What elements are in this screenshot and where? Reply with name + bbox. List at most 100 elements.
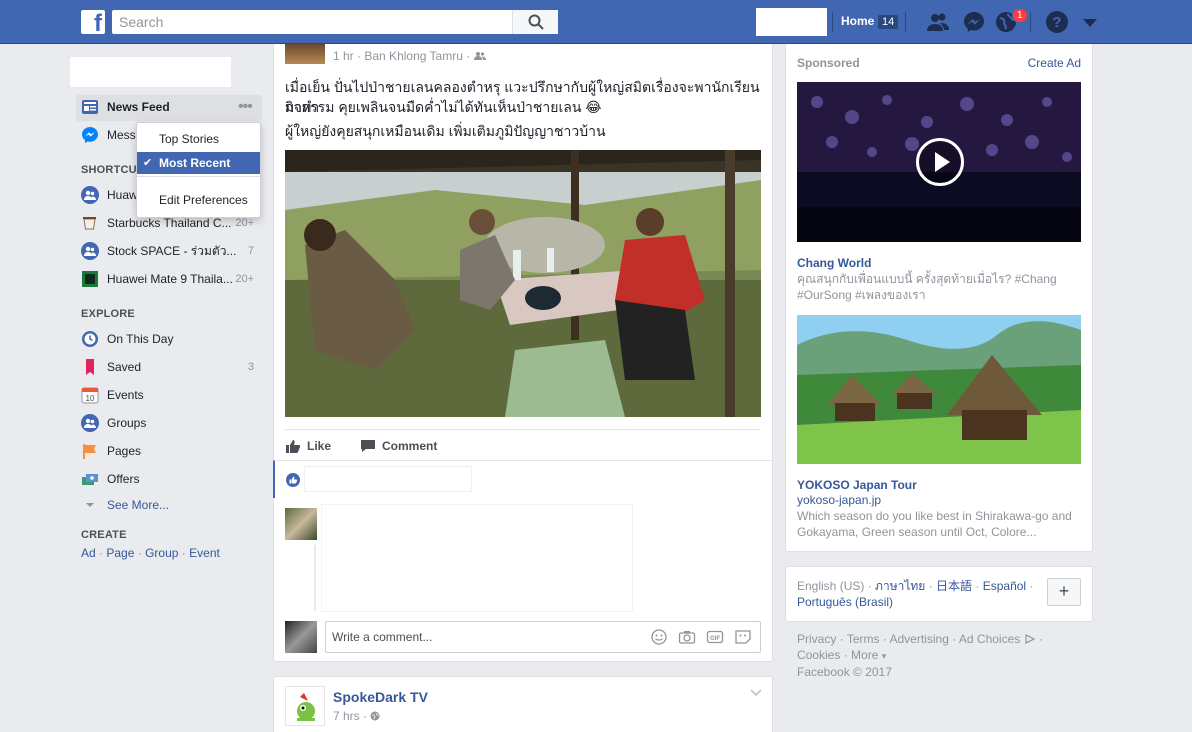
post-timestamp[interactable]: 7 hrs: [333, 709, 360, 723]
create-ad-link[interactable]: Create Ad: [1028, 56, 1081, 70]
create-group-link[interactable]: Group: [145, 546, 178, 560]
svg-text:?: ?: [1052, 14, 1061, 31]
groups-icon: [81, 414, 99, 432]
comment-placeholder: Write a comment...: [332, 630, 433, 644]
comment-thread-line: [314, 545, 316, 611]
huawei-group-icon: [81, 270, 99, 288]
account-menu-chevron-icon[interactable]: [1078, 12, 1102, 36]
ad-url[interactable]: yokoso-japan.jp: [797, 493, 881, 507]
post-author-avatar[interactable]: [285, 44, 325, 64]
footer-link-terms[interactable]: Terms: [847, 632, 880, 646]
news-feed-label: News Feed: [107, 100, 170, 114]
sidebar-item-on-this-day[interactable]: On This Day: [81, 329, 261, 349]
caret-down-icon: ▾: [881, 651, 887, 661]
help-icon[interactable]: ?: [1045, 10, 1069, 34]
feed-sort-dropdown: Top Stories ✔ Most Recent Edit Preferenc…: [136, 122, 261, 218]
group-icon: [81, 186, 99, 204]
post-meta: 7 hrs ·: [333, 709, 380, 723]
events-label: Events: [107, 388, 144, 402]
offers-label: Offers: [107, 472, 140, 486]
audience-friends-icon[interactable]: [473, 51, 486, 61]
post-timestamp[interactable]: 1 hr: [333, 49, 354, 63]
post-location[interactable]: Ban Khlong Tamru: [364, 49, 463, 63]
emoji-icon[interactable]: [650, 629, 668, 645]
sidebar-item-news-feed[interactable]: News Feed: [81, 97, 261, 117]
language-link[interactable]: Português (Brasil): [797, 595, 893, 609]
news-feed-options-icon[interactable]: •••: [238, 98, 253, 116]
profile-name-link[interactable]: [70, 57, 231, 87]
menu-item-top-stories[interactable]: Top Stories: [137, 128, 260, 150]
saved-label: Saved: [107, 360, 142, 374]
footer-link-privacy[interactable]: Privacy: [797, 632, 836, 646]
search-bar: [112, 10, 558, 34]
ad-choices-icon[interactable]: [1024, 634, 1036, 644]
like-button[interactable]: Like: [285, 438, 331, 454]
sidebar-shortcut-item[interactable]: Huawei Mate 9 Thaila... 20+: [81, 269, 261, 289]
shortcut-label: Huaw: [107, 188, 138, 202]
post-text-line: ผู้ใหญ่ยังคุยสนุกเหมือนเดิม เพิ่มเติมภูม…: [285, 123, 606, 139]
menu-item-edit-preferences[interactable]: Edit Preferences: [137, 189, 260, 211]
like-reaction-icon[interactable]: [286, 473, 300, 487]
post-actions-bar: Like Comment: [285, 429, 761, 459]
post-photo[interactable]: [285, 150, 761, 417]
footer-link-more[interactable]: More: [851, 648, 878, 662]
commenter-avatar[interactable]: [285, 508, 317, 540]
pages-label: Pages: [107, 444, 142, 458]
create-page-link[interactable]: Page: [106, 546, 134, 560]
spokedark-avatar[interactable]: [285, 686, 325, 726]
on-this-day-label: On This Day: [107, 332, 174, 346]
sidebar-item-offers[interactable]: Offers: [81, 469, 261, 489]
footer-link-ad-choices[interactable]: Ad Choices: [959, 632, 1020, 646]
sidebar-item-groups[interactable]: Groups: [81, 413, 261, 433]
post-options-chevron-icon[interactable]: [749, 688, 763, 698]
ad-title[interactable]: Chang World: [797, 256, 871, 270]
language-link[interactable]: 日本語: [936, 579, 972, 593]
see-more-label: See More...: [107, 498, 170, 512]
language-link[interactable]: Español: [983, 579, 1026, 593]
more-languages-button[interactable]: +: [1047, 578, 1081, 606]
comment-input[interactable]: Write a comment... GIF: [325, 621, 761, 653]
footer-link-advertising[interactable]: Advertising: [890, 632, 949, 646]
language-link[interactable]: ภาษาไทย: [875, 579, 925, 593]
sidebar-item-pages[interactable]: Pages: [81, 441, 261, 461]
comment-button[interactable]: Comment: [360, 438, 437, 454]
search-input[interactable]: [112, 10, 512, 34]
play-icon: [935, 152, 950, 172]
explore-header: EXPLORE: [81, 308, 135, 320]
sidebar-item-events[interactable]: 10 Events: [81, 385, 261, 405]
notification-count-badge: 1: [1012, 8, 1028, 23]
play-button[interactable]: [916, 138, 964, 186]
post-text-line: กิจกรรม คุยเพลินจนมืดค่ำไม่ได้ทันเห็นป่า…: [285, 99, 602, 115]
gif-icon[interactable]: GIF: [706, 629, 724, 645]
create-event-link[interactable]: Event: [189, 546, 220, 560]
comment-content-redacted: [322, 505, 632, 611]
create-ad-link[interactable]: Ad: [81, 546, 96, 560]
camera-icon[interactable]: [678, 629, 696, 645]
messenger-icon[interactable]: [962, 10, 986, 34]
ad-title[interactable]: YOKOSO Japan Tour: [797, 478, 917, 492]
facebook-logo-icon[interactable]: f: [81, 10, 105, 36]
public-globe-icon[interactable]: [370, 711, 380, 721]
ad-image[interactable]: [797, 315, 1081, 464]
nav-divider: [832, 12, 833, 32]
likes-names-redacted[interactable]: [305, 467, 471, 491]
sidebar-see-more[interactable]: See More...: [81, 495, 261, 515]
search-button[interactable]: [512, 10, 558, 34]
post-author-name[interactable]: SpokeDark TV: [333, 689, 428, 705]
search-icon: [528, 14, 544, 30]
sidebar-item-saved[interactable]: Saved 3: [81, 357, 261, 377]
sticker-icon[interactable]: [734, 629, 752, 645]
my-avatar: [285, 621, 317, 653]
footer: Privacy · Terms · Advertising · Ad Choic…: [797, 632, 1043, 679]
profile-link[interactable]: [756, 8, 827, 36]
friend-requests-icon[interactable]: [926, 10, 950, 34]
menu-item-most-recent[interactable]: ✔ Most Recent: [137, 152, 260, 174]
sidebar-shortcut-item[interactable]: Stock SPACE - ร่วมตัว... 7: [81, 241, 261, 261]
footer-link-cookies[interactable]: Cookies: [797, 648, 840, 662]
news-feed-icon: [81, 98, 99, 116]
comment-tools: GIF: [650, 629, 752, 645]
home-link[interactable]: Home: [841, 14, 874, 28]
check-icon: ✔: [143, 157, 153, 169]
create-links: Ad · Page · Group · Event: [81, 546, 220, 560]
clock-icon: [81, 330, 99, 348]
